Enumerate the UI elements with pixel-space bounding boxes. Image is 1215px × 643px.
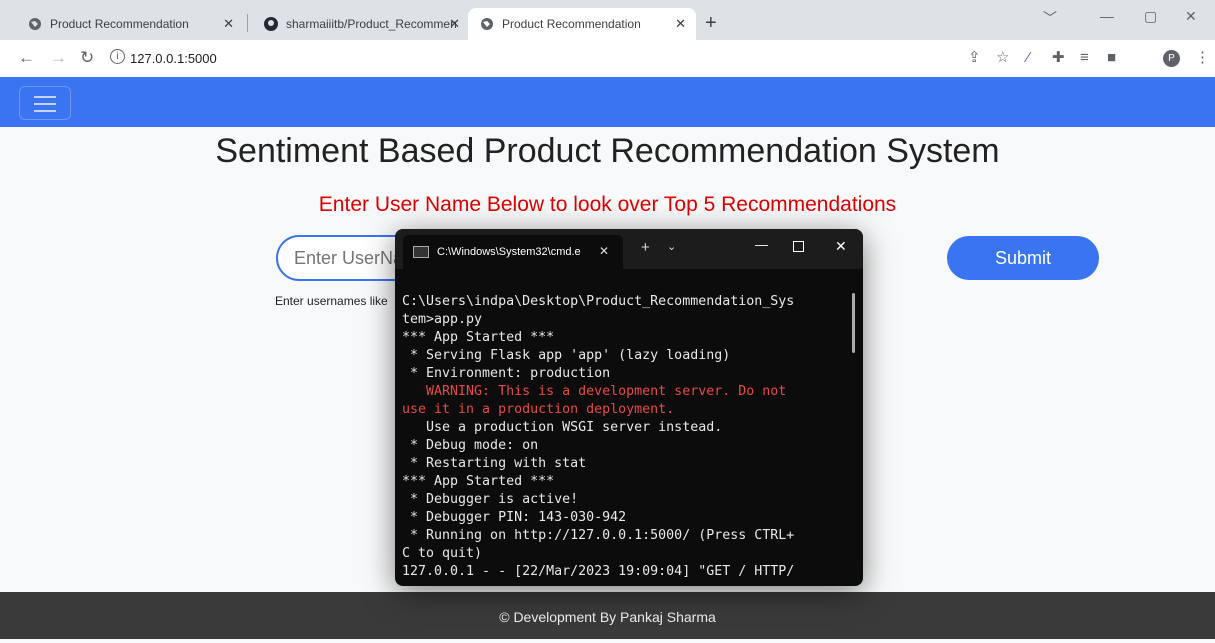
footer: © Development By Pankaj Sharma [0, 592, 1215, 639]
terminal-window[interactable]: C:\Windows\System32\cmd.e ✕ + ⌄ — ✕ C:\U… [395, 229, 863, 586]
bookmark-star-icon[interactable]: ☆ [996, 49, 1009, 67]
scrollbar[interactable] [852, 293, 855, 353]
terminal-line: * Running on http://127.0.0.1:5000/ (Pre… [402, 528, 795, 543]
close-tab-icon[interactable]: ✕ [449, 16, 460, 32]
terminal-line: tem>app.py [402, 312, 483, 327]
maximize-icon[interactable] [793, 241, 804, 252]
terminal-line: * Serving Flask app 'app' (lazy loading) [402, 348, 731, 363]
terminal-line: C:\Users\indpa\Desktop\Product_Recommend… [402, 294, 795, 309]
extensions-puzzle-icon[interactable]: ✚ [1052, 49, 1065, 67]
tab-search-icon[interactable]: ﹀ [1043, 8, 1057, 28]
terminal-line: use it in a production deployment. [402, 402, 675, 417]
close-window-icon[interactable]: ✕ [835, 238, 847, 255]
close-window-icon[interactable]: ✕ [1185, 8, 1197, 25]
url-field[interactable]: 127.0.0.1:5000 [130, 51, 217, 66]
back-icon[interactable]: ← [18, 49, 35, 67]
minimize-icon[interactable]: — [1100, 8, 1114, 24]
close-tab-icon[interactable]: ✕ [223, 16, 234, 32]
terminal-output: C:\Users\indpa\Desktop\Product_Recommend… [402, 293, 842, 581]
page-subtitle: Enter User Name Below to look over Top 5… [318, 193, 897, 216]
terminal-line: * Debugger PIN: 143-030-942 [402, 510, 627, 525]
terminal-line: WARNING: This is a development server. D… [402, 384, 787, 399]
reading-list-icon[interactable]: ≡ [1080, 49, 1089, 67]
info-icon[interactable]: i [110, 49, 125, 64]
restore-icon[interactable]: ▢ [1144, 8, 1157, 25]
terminal-line: *** App Started *** [402, 474, 555, 489]
browser-tab[interactable]: Product Recommendation ✕ [16, 8, 244, 40]
close-tab-icon[interactable]: ✕ [599, 244, 609, 258]
globe-icon [480, 17, 494, 31]
terminal-line: C to quit) [402, 546, 483, 561]
tab-divider [247, 14, 248, 32]
tab-title: Product Recommendation [502, 17, 641, 31]
close-tab-icon[interactable]: ✕ [675, 16, 686, 32]
terminal-line: *** App Started *** [402, 330, 555, 345]
terminal-line: * Environment: production [402, 366, 611, 381]
share-icon[interactable]: ⇪ [968, 49, 981, 67]
browser-tab-active[interactable]: Product Recommendation ✕ [468, 8, 696, 40]
terminal-tab[interactable]: C:\Windows\System32\cmd.e ✕ [403, 235, 623, 269]
terminal-titlebar[interactable]: C:\Windows\System32\cmd.e ✕ + ⌄ — ✕ [395, 229, 863, 269]
cmd-icon [413, 246, 429, 258]
minimize-icon[interactable]: — [755, 237, 768, 252]
submit-button[interactable]: Submit [947, 236, 1099, 280]
menu-kebab-icon[interactable]: ⋮ [1195, 49, 1210, 67]
terminal-line: * Debug mode: on [402, 438, 539, 453]
new-tab-icon[interactable]: + [641, 239, 650, 256]
chevron-down-icon[interactable]: ⌄ [667, 240, 676, 253]
reload-icon[interactable]: ↻ [80, 49, 94, 67]
page-title: Sentiment Based Product Recommendation S… [215, 132, 1000, 170]
navbar-toggler-icon[interactable] [19, 86, 71, 120]
tab-title: Product Recommendation [50, 17, 189, 31]
forward-icon[interactable]: → [50, 49, 67, 67]
address-bar: ← → ↻ i 127.0.0.1:5000 ⇪ ☆ ⁄ ✚ ≡ ■ P ⋮ [0, 40, 1215, 78]
terminal-line: Use a production WSGI server instead. [402, 420, 723, 435]
side-panel-icon[interactable]: ■ [1107, 49, 1116, 67]
new-tab-button[interactable]: + [705, 13, 717, 33]
globe-icon [28, 17, 42, 31]
browser-tabstrip: Product Recommendation ✕ sharmaiiitb/Pro… [0, 0, 1215, 40]
terminal-title: C:\Windows\System32\cmd.e [437, 246, 581, 258]
terminal-line: * Debugger is active! [402, 492, 579, 507]
tab-title: sharmaiiitb/Product_Recommend [286, 17, 456, 31]
terminal-line: 127.0.0.1 - - [22/Mar/2023 19:09:04] "GE… [402, 564, 795, 579]
profile-avatar[interactable]: P [1163, 50, 1180, 67]
terminal-line: * Restarting with stat [402, 456, 587, 471]
extension-pen-icon[interactable]: ⁄ [1027, 49, 1030, 67]
github-icon [264, 17, 278, 31]
username-hint: Enter usernames like [275, 294, 388, 308]
browser-tab[interactable]: sharmaiiitb/Product_Recommend ✕ [252, 8, 470, 40]
navbar [0, 77, 1215, 127]
